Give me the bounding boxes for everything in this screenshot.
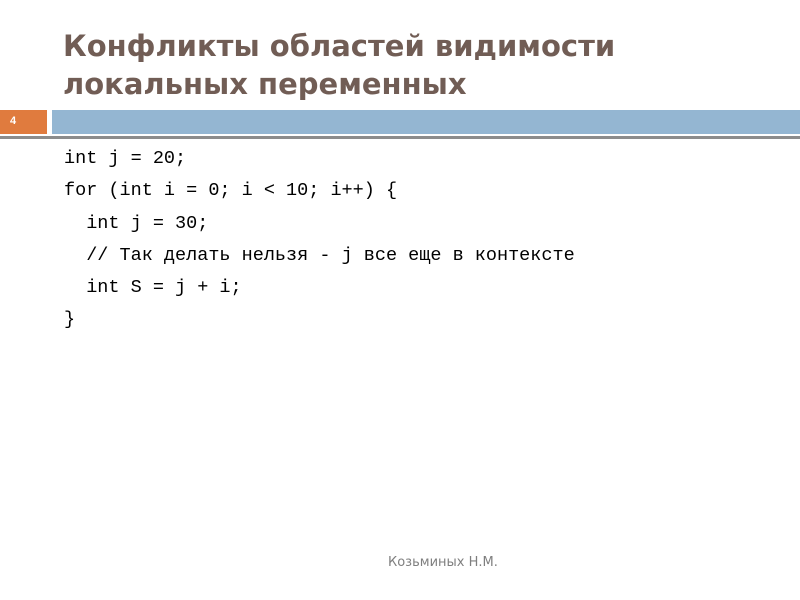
slide-number: 4 — [10, 115, 17, 127]
code-line: int S = j + i; — [64, 277, 242, 299]
slide-title-line-1: Конфликты областей видимости — [63, 29, 616, 63]
header-divider — [0, 136, 800, 139]
slide-footer-author: Козьминых Н.М. — [388, 555, 498, 570]
code-line: // Так делать нельзя - j все еще в конте… — [64, 244, 575, 266]
header-bar — [52, 110, 800, 134]
code-line: } — [64, 309, 76, 331]
code-line: int j = 20; — [64, 148, 187, 169]
slide-title-line-2: локальных переменных — [63, 67, 467, 101]
slide-number-badge: 4 — [0, 110, 47, 134]
slide-title: Конфликты областей видимости локальных п… — [63, 27, 783, 103]
code-line: for (int i = 0; i < 10; i++) { — [64, 180, 398, 202]
code-block: int j = 20; for (int i = 0; i < 10; i++) … — [64, 143, 575, 337]
code-line: int j = 30; — [64, 212, 209, 234]
